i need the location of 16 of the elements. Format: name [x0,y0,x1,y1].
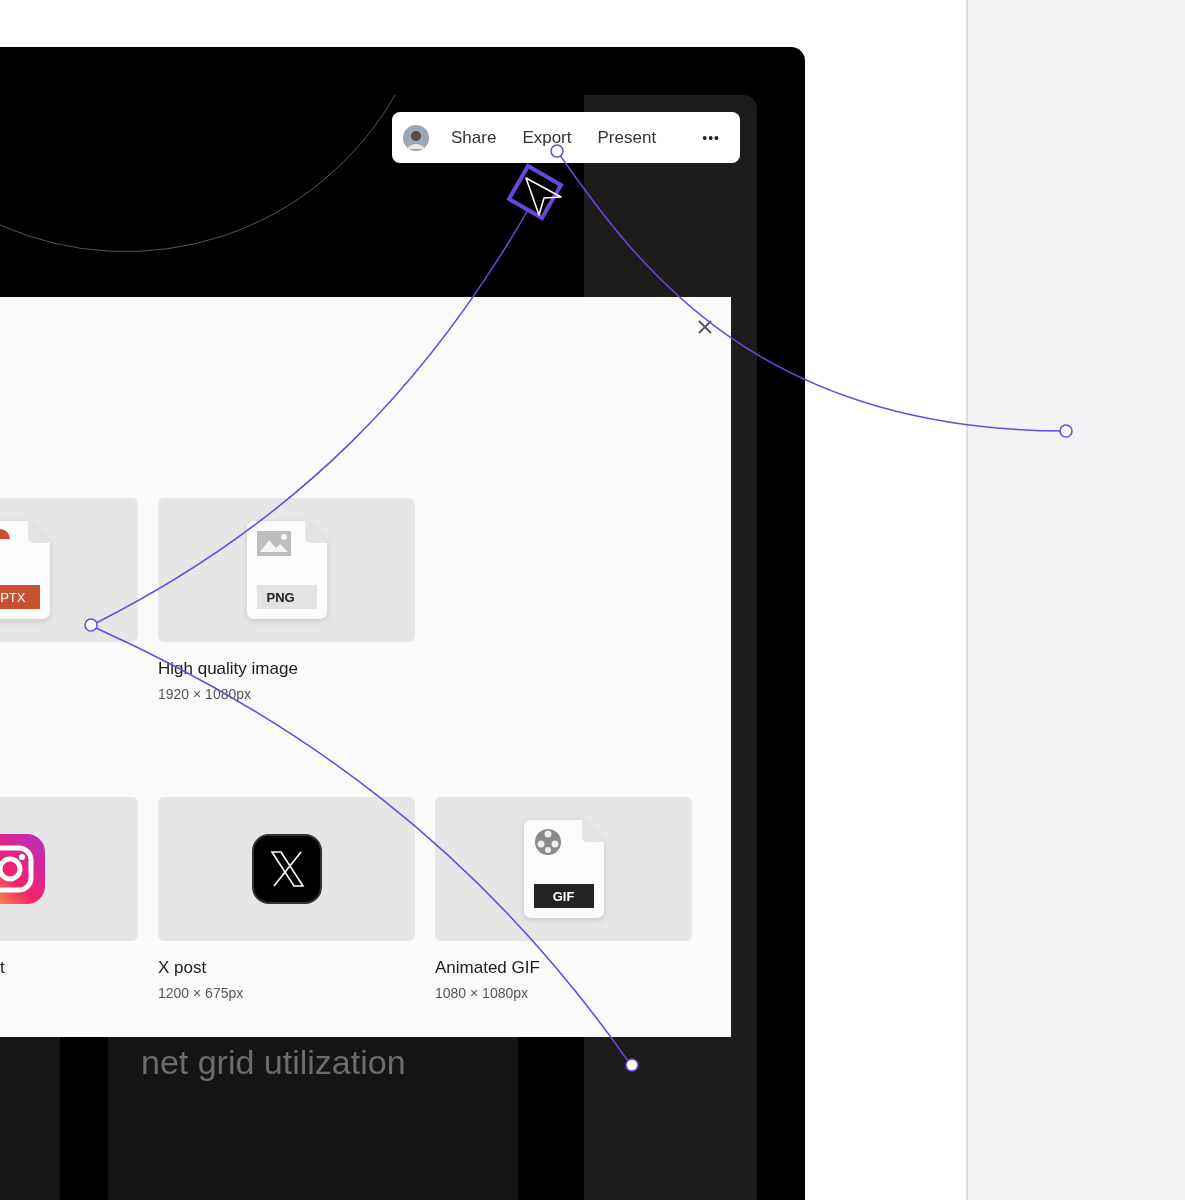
toolbar-button[interactable]: Export [516,123,578,152]
option-size: 1080 × 1080px [435,984,530,1002]
toolbar-button[interactable]: Present [591,123,663,152]
file-type-label: GIF [533,884,594,908]
heading-text: net grid utilization [141,1043,406,1081]
export-option-card[interactable]: GIF [435,797,692,941]
file-type-label: PNG [256,585,317,609]
toolbar-button[interactable]: Share [445,123,503,152]
export-option-card[interactable]: PNG [158,498,415,642]
option-size: 1200 × 675px [158,984,245,1002]
option-title: X post [158,957,208,979]
option-title: Animated GIF [435,957,541,979]
file-type-label: PTX [0,585,40,609]
export-option-card[interactable]: PTX [0,498,138,642]
more-button[interactable]: ••• [696,125,726,150]
option-title: t [0,957,5,979]
